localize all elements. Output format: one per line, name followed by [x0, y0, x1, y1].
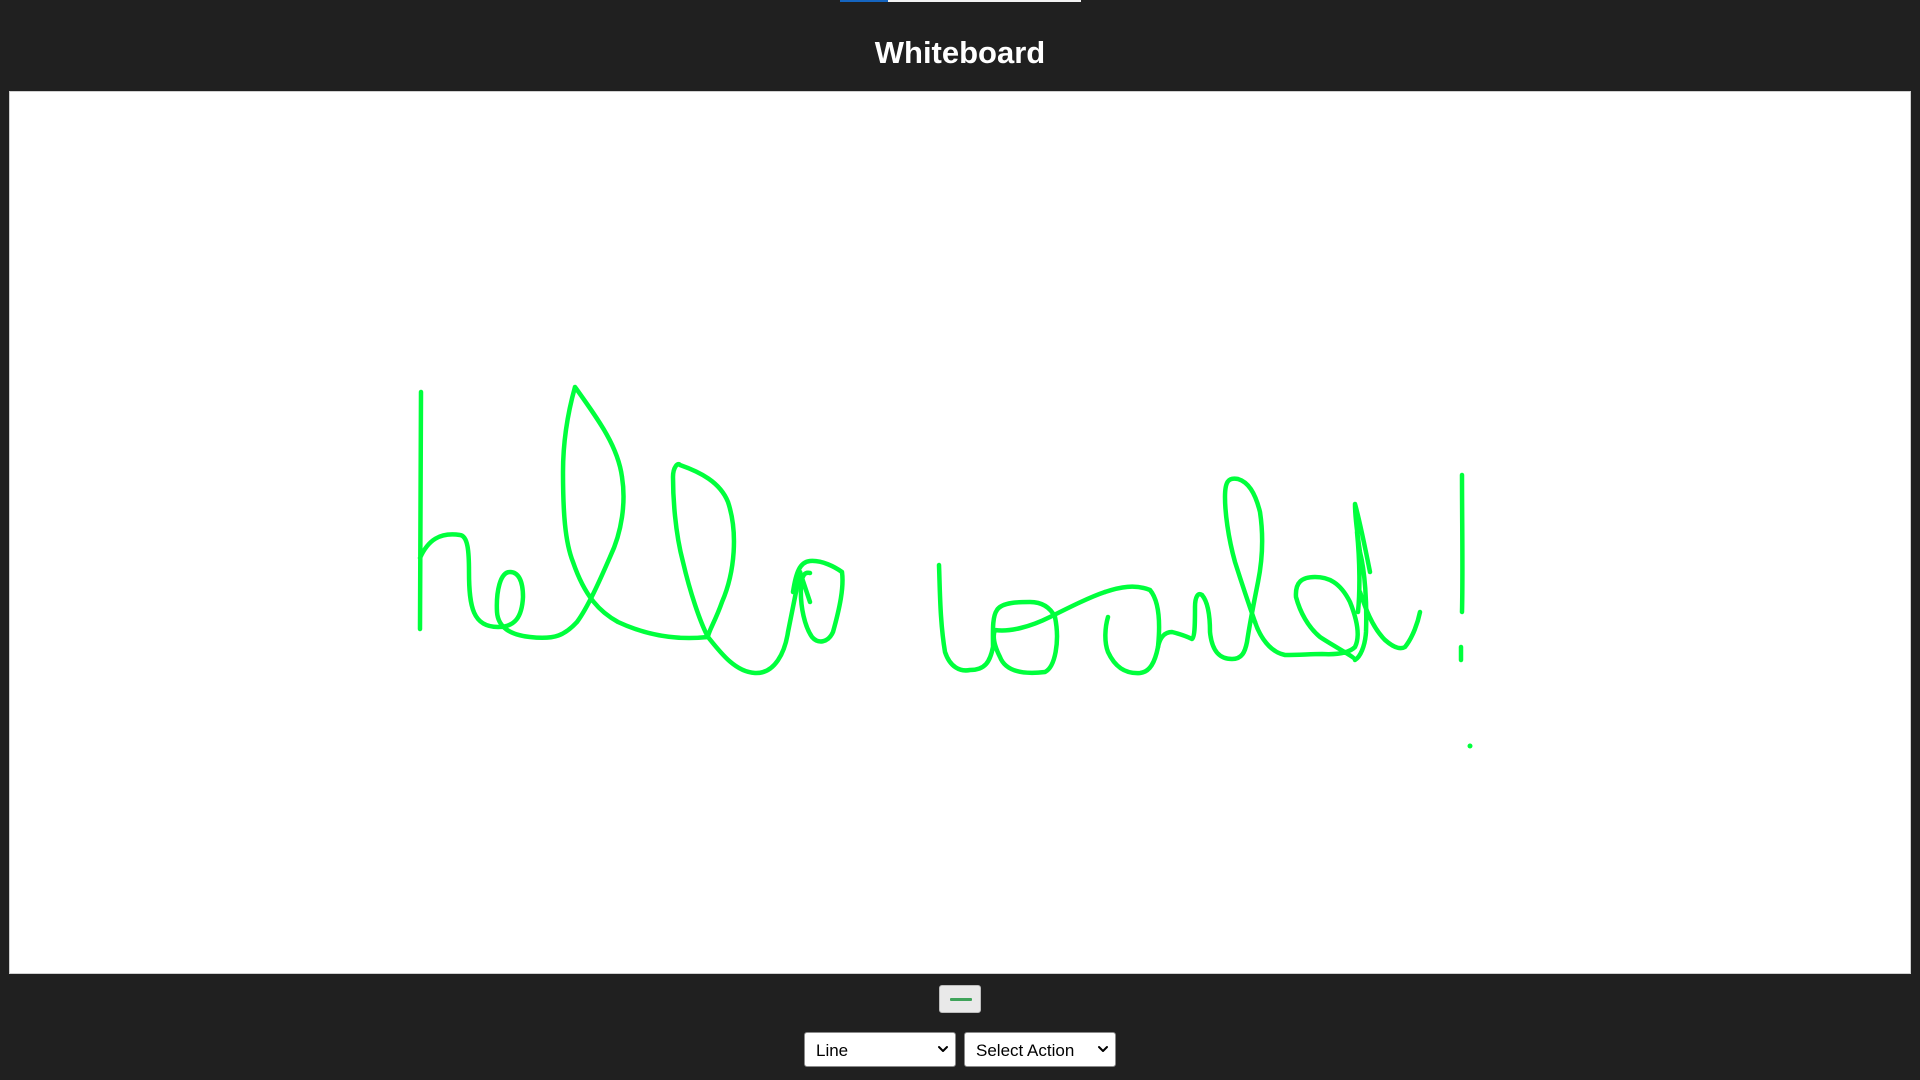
- chevron-down-icon: [938, 1046, 948, 1052]
- color-picker-button[interactable]: [939, 985, 981, 1013]
- action-select[interactable]: Select Action: [964, 1032, 1116, 1067]
- ink-stroke-h: [417, 384, 711, 641]
- top-tab-strip-accent: [840, 0, 888, 2]
- color-swatch: [950, 998, 972, 1001]
- ink-stroke-o: [790, 558, 845, 644]
- whiteboard-canvas[interactable]: [9, 91, 1911, 974]
- tool-select[interactable]: Line: [804, 1032, 956, 1067]
- ink-stroke-w: [936, 562, 1108, 675]
- ink-stroke-exclamation: [1458, 472, 1465, 663]
- ink-stroke-l: [670, 461, 803, 676]
- top-tab-strip: [840, 0, 1081, 2]
- tool-select-value: Line: [816, 1041, 849, 1060]
- chevron-down-icon: [1098, 1046, 1108, 1052]
- ink-stroke-l2: [1199, 476, 1265, 662]
- action-select-value: Select Action: [976, 1041, 1075, 1060]
- ink-stroke-r: [1155, 591, 1205, 650]
- page-title: Whiteboard: [874, 35, 1046, 70]
- ink-stroke-d-tail: [1357, 589, 1423, 651]
- ink-dot: [1467, 743, 1473, 749]
- ink-stroke-o2: [1102, 584, 1162, 676]
- drawing-layer: [417, 384, 1473, 749]
- ink-stroke-d: [1252, 501, 1373, 663]
